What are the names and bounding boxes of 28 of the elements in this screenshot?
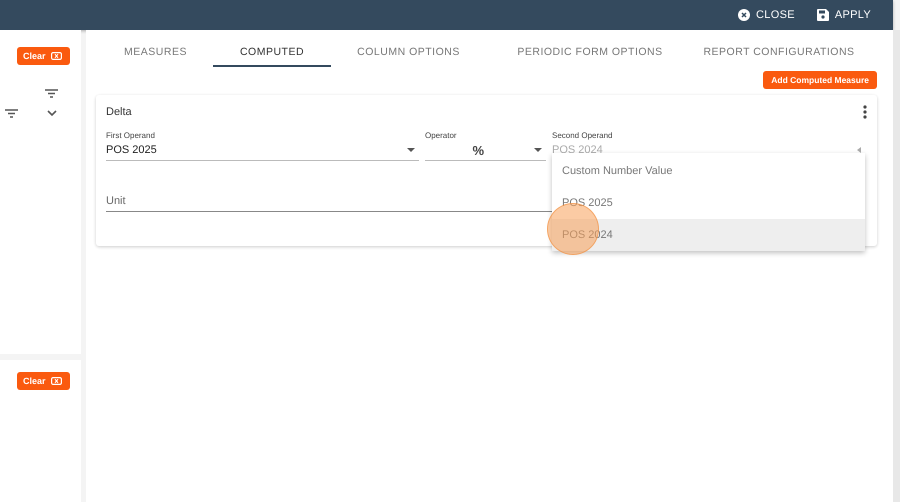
caret-icon	[857, 147, 861, 153]
save-icon	[816, 9, 829, 21]
clear-button[interactable]: Clear	[17, 47, 70, 65]
filter-icon[interactable]	[45, 89, 58, 98]
clear-button[interactable]: Clear	[17, 372, 70, 390]
dropdown-arrow-icon	[534, 148, 542, 152]
more-menu-icon[interactable]	[863, 105, 867, 119]
scrollbar[interactable]	[893, 30, 900, 502]
tab[interactable]: REPORT CONFIGURATIONS	[694, 30, 864, 67]
tab[interactable]: MEASURES	[98, 30, 213, 67]
tab[interactable]: COLUMN OPTIONS	[331, 30, 486, 67]
apply-button[interactable]: APPLY	[812, 7, 875, 23]
select-field[interactable]: POS 2025	[106, 140, 419, 161]
card-title: Delta	[106, 106, 132, 118]
clear-icon	[50, 52, 62, 60]
tab[interactable]: COMPUTED	[213, 30, 331, 67]
clear-icon	[50, 377, 62, 385]
field-label: Operator	[425, 131, 458, 140]
field-label: Second Operand	[552, 131, 614, 140]
add-computed-measure-button[interactable]: Add Computed Measure	[763, 71, 877, 89]
close-circle-icon	[738, 9, 750, 21]
close-button[interactable]: CLOSE	[734, 7, 799, 23]
chevron-down-icon[interactable]	[47, 110, 57, 117]
field-label: First Operand	[106, 131, 156, 140]
tab[interactable]: PERIODIC FORM OPTIONS	[486, 30, 694, 67]
select-field[interactable]: %	[425, 140, 546, 161]
filter-icon[interactable]	[5, 109, 18, 118]
dropdown-arrow-icon	[407, 148, 415, 152]
